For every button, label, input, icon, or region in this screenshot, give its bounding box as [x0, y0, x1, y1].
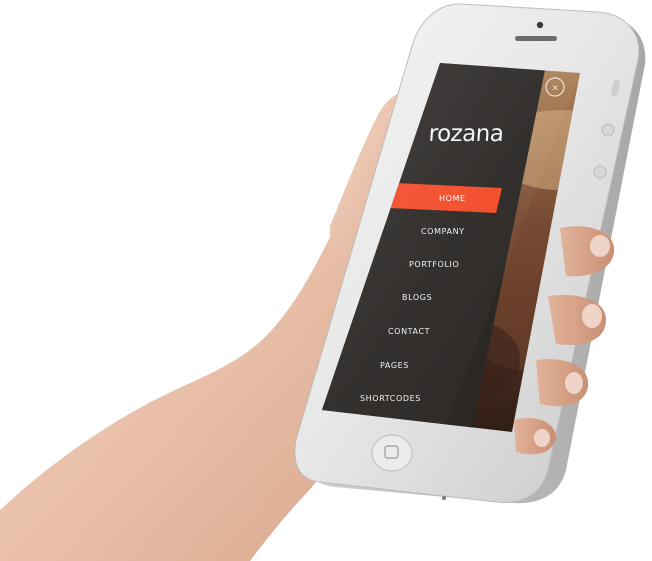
volume-down-button — [593, 165, 607, 179]
menu-item-blogs[interactable]: BLOGS — [402, 293, 432, 302]
menu-item-contact[interactable]: CONTACT — [388, 327, 430, 336]
headphone-jack — [442, 496, 446, 500]
volume-up-button — [601, 123, 615, 137]
menu-item-home[interactable]: HOME — [439, 194, 466, 203]
product-mockup-scene: rozana × HOME COMPANY PORTFOLIO BLOGS CO… — [0, 0, 652, 561]
menu-item-portfolio[interactable]: PORTFOLIO — [409, 260, 459, 269]
menu-item-shortcodes[interactable]: SHORTCODES — [360, 394, 421, 403]
app-logo: rozana — [428, 121, 505, 147]
menu-item-pages[interactable]: PAGES — [380, 361, 409, 370]
menu-item-company[interactable]: COMPANY — [421, 227, 465, 236]
front-camera — [536, 21, 544, 29]
close-icon: × — [552, 84, 560, 94]
home-button[interactable] — [371, 434, 413, 472]
hand-holding-phone-photo: rozana × HOME COMPANY PORTFOLIO BLOGS CO… — [0, 3, 646, 561]
earpiece-speaker — [515, 36, 557, 41]
